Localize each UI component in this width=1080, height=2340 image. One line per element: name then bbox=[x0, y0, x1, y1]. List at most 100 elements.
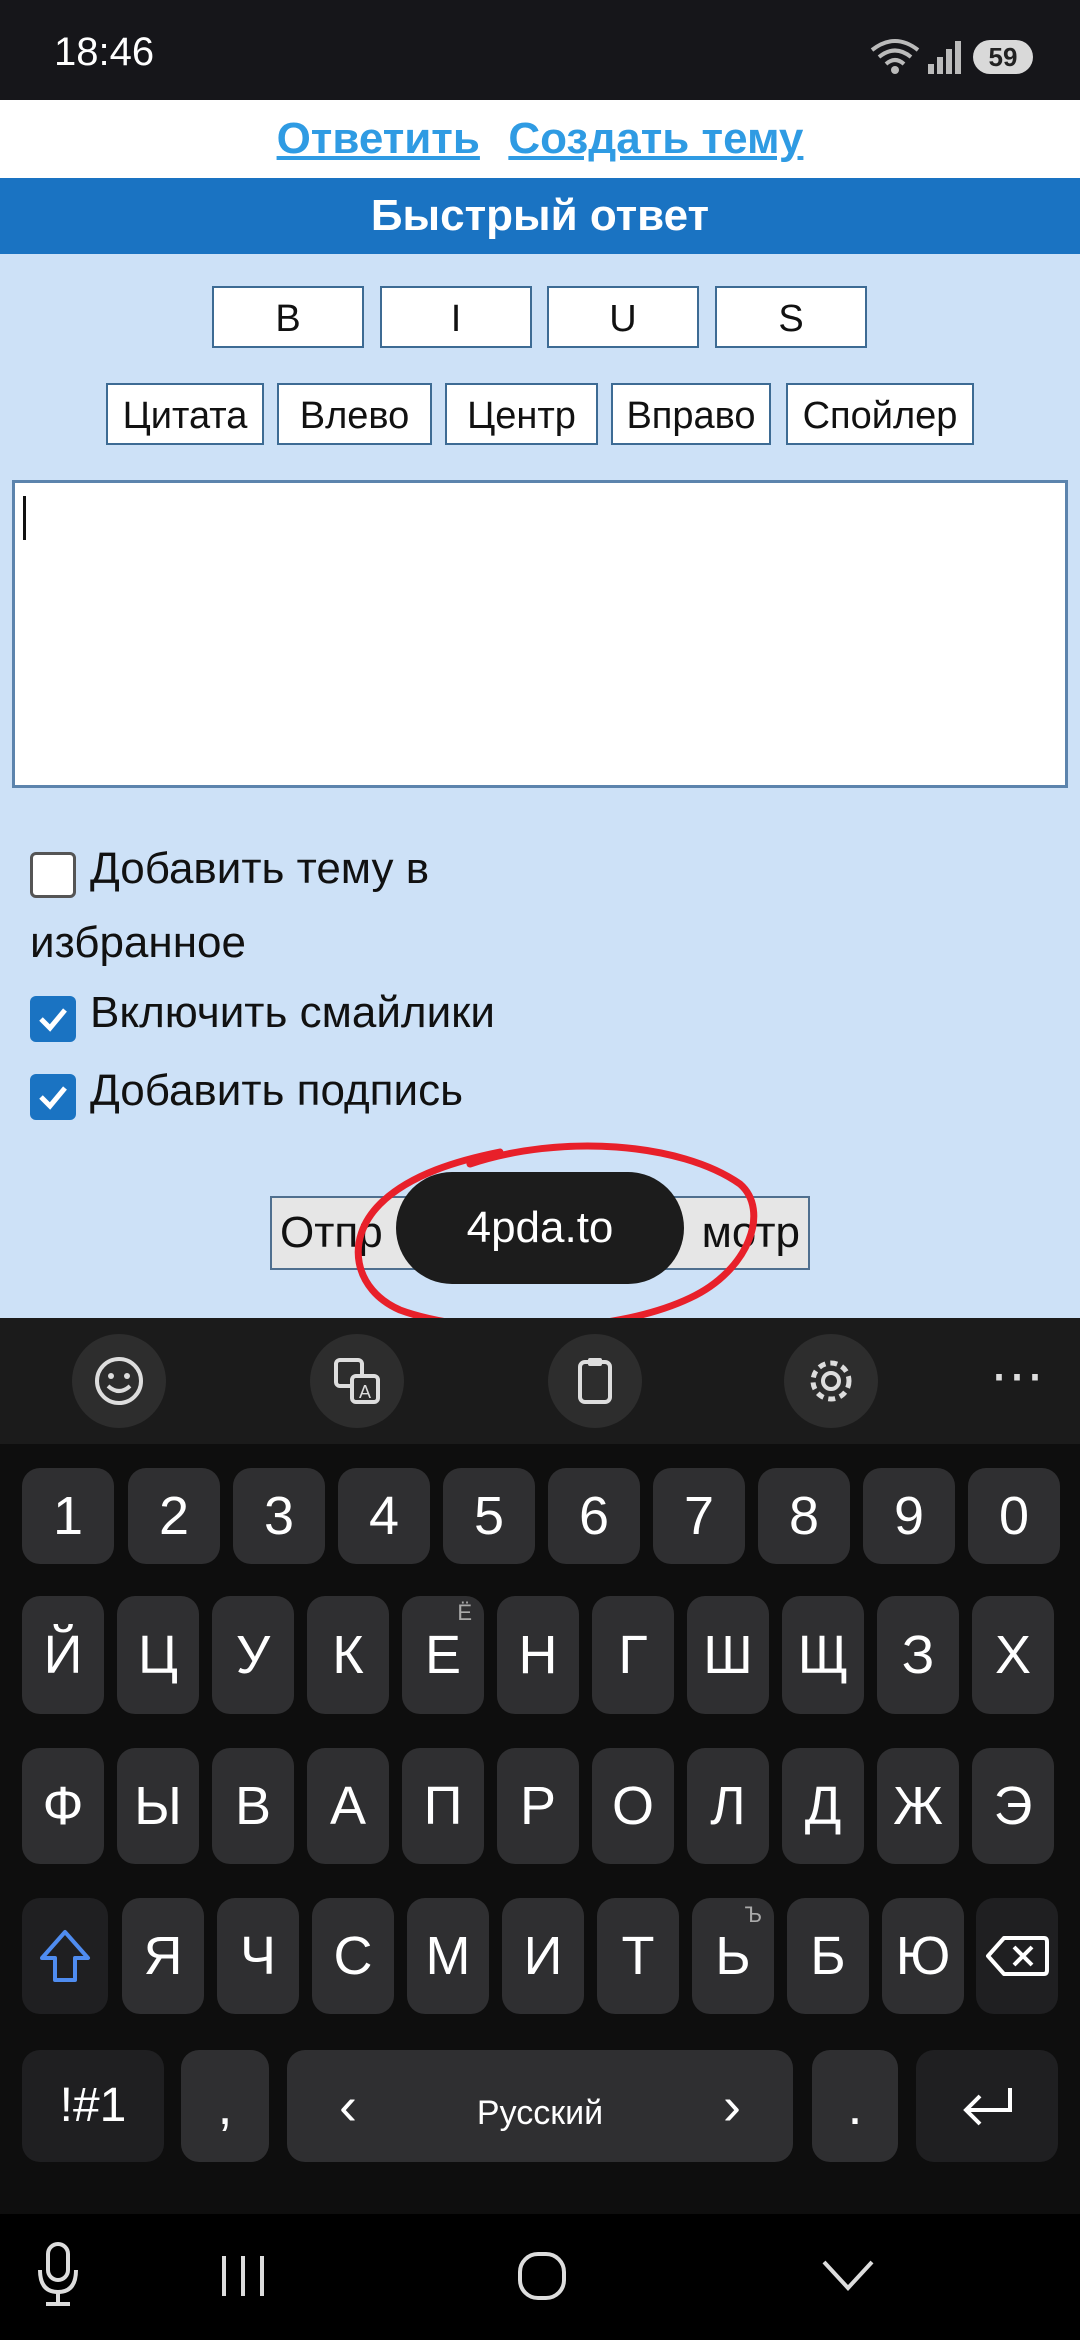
key-л[interactable]: Л bbox=[687, 1748, 769, 1864]
create-topic-link[interactable]: Создать тему bbox=[508, 114, 803, 164]
top-links: Ответить Создать тему bbox=[0, 100, 1080, 178]
key-2[interactable]: 2 bbox=[128, 1468, 220, 1564]
spoiler-button[interactable]: Спойлер bbox=[786, 383, 974, 445]
key-о[interactable]: О bbox=[592, 1748, 674, 1864]
key-у[interactable]: У bbox=[212, 1596, 294, 1714]
enter-icon bbox=[963, 2088, 1012, 2126]
settings-icon[interactable] bbox=[784, 1334, 878, 1428]
check-icon bbox=[39, 1086, 67, 1110]
key-ы[interactable]: Ы bbox=[117, 1748, 199, 1864]
strike-button[interactable]: S bbox=[715, 286, 867, 348]
key-ж[interactable]: Ж bbox=[877, 1748, 959, 1864]
signature-checkbox[interactable] bbox=[30, 1074, 76, 1120]
clipboard-icon[interactable] bbox=[548, 1334, 642, 1428]
align-left-button[interactable]: Влево bbox=[277, 383, 432, 445]
reply-link[interactable]: Ответить bbox=[277, 114, 480, 164]
web-page: Ответить Создать тему Быстрый ответ B I … bbox=[0, 100, 1080, 1320]
wifi-icon bbox=[870, 39, 920, 74]
signal-icon bbox=[928, 41, 961, 74]
underline-button[interactable]: U bbox=[547, 286, 699, 348]
space-key[interactable]: ‹ Русский › bbox=[287, 2050, 793, 2162]
cursor-left-icon[interactable]: ‹ bbox=[339, 2050, 357, 2162]
recent-apps-icon[interactable] bbox=[218, 2254, 268, 2298]
key-я[interactable]: Я bbox=[122, 1898, 204, 2014]
key-е-hint: Ё bbox=[457, 1600, 472, 1625]
backspace-key[interactable] bbox=[976, 1898, 1058, 2014]
quick-reply-header: Быстрый ответ bbox=[0, 178, 1080, 254]
microphone-icon[interactable] bbox=[34, 2240, 82, 2310]
translate-icon[interactable]: A bbox=[310, 1334, 404, 1428]
shift-icon bbox=[40, 1930, 90, 1982]
signature-label: Добавить подпись bbox=[90, 1066, 464, 1115]
key-г[interactable]: Г bbox=[592, 1596, 674, 1714]
key-э[interactable]: Э bbox=[972, 1748, 1054, 1864]
comma-key[interactable]: , bbox=[181, 2050, 269, 2162]
key-ш[interactable]: Ш bbox=[687, 1596, 769, 1714]
message-textarea[interactable] bbox=[12, 480, 1068, 788]
check-icon bbox=[39, 1008, 67, 1032]
key-3[interactable]: 3 bbox=[233, 1468, 325, 1564]
hide-keyboard-icon[interactable] bbox=[820, 2258, 876, 2294]
key-ь-label: Ь bbox=[715, 1926, 751, 1986]
favorite-label-line1: Добавить тему в bbox=[90, 844, 430, 893]
space-language-label: Русский bbox=[476, 2094, 604, 2132]
key-н[interactable]: Н bbox=[497, 1596, 579, 1714]
status-bar: 18:46 59 bbox=[0, 0, 1080, 100]
battery-indicator: 59 bbox=[973, 40, 1033, 74]
home-icon[interactable] bbox=[516, 2250, 568, 2302]
key-ч[interactable]: Ч bbox=[217, 1898, 299, 2014]
align-right-button[interactable]: Вправо bbox=[611, 383, 771, 445]
key-х[interactable]: Х bbox=[972, 1596, 1054, 1714]
key-с[interactable]: С bbox=[312, 1898, 394, 2014]
backspace-icon bbox=[986, 1936, 1049, 1976]
key-р[interactable]: Р bbox=[497, 1748, 579, 1864]
period-key[interactable]: . bbox=[812, 2050, 898, 2162]
smilies-checkbox[interactable] bbox=[30, 996, 76, 1042]
key-б[interactable]: Б bbox=[787, 1898, 869, 2014]
align-center-button[interactable]: Центр bbox=[445, 383, 598, 445]
key-в[interactable]: В bbox=[212, 1748, 294, 1864]
keyboard: 1 2 3 4 5 6 7 8 9 0 Й Ц У К Е Ё Н Г Ш Щ … bbox=[0, 1444, 1080, 2214]
symbols-key[interactable]: !#1 bbox=[22, 2050, 164, 2162]
favorite-label-line2: избранное bbox=[30, 918, 246, 967]
keyboard-toolbar: A ⋯ bbox=[0, 1318, 1080, 1444]
shift-key[interactable] bbox=[22, 1898, 108, 2014]
key-9[interactable]: 9 bbox=[863, 1468, 955, 1564]
svg-text:A: A bbox=[359, 1382, 371, 1402]
key-к[interactable]: К bbox=[307, 1596, 389, 1714]
key-й[interactable]: Й bbox=[22, 1596, 104, 1714]
status-time: 18:46 bbox=[54, 30, 155, 74]
key-п[interactable]: П bbox=[402, 1748, 484, 1864]
key-ю[interactable]: Ю bbox=[882, 1898, 964, 2014]
key-ь[interactable]: Ь Ъ bbox=[692, 1898, 774, 2014]
enter-key[interactable] bbox=[916, 2050, 1058, 2162]
key-щ[interactable]: Щ bbox=[782, 1596, 864, 1714]
key-7[interactable]: 7 bbox=[653, 1468, 745, 1564]
quote-button[interactable]: Цитата bbox=[106, 383, 264, 445]
key-6[interactable]: 6 bbox=[548, 1468, 640, 1564]
key-1[interactable]: 1 bbox=[22, 1468, 114, 1564]
key-д[interactable]: Д bbox=[782, 1748, 864, 1864]
bold-button[interactable]: B bbox=[212, 286, 364, 348]
key-ф[interactable]: Ф bbox=[22, 1748, 104, 1864]
key-0[interactable]: 0 bbox=[968, 1468, 1060, 1564]
emoji-icon[interactable] bbox=[72, 1334, 166, 1428]
key-и[interactable]: И bbox=[502, 1898, 584, 2014]
key-з[interactable]: З bbox=[877, 1596, 959, 1714]
more-icon[interactable]: ⋯ bbox=[990, 1344, 1044, 1407]
key-е[interactable]: Е Ё bbox=[402, 1596, 484, 1714]
key-а[interactable]: А bbox=[307, 1748, 389, 1864]
key-4[interactable]: 4 bbox=[338, 1468, 430, 1564]
key-5[interactable]: 5 bbox=[443, 1468, 535, 1564]
cursor-right-icon[interactable]: › bbox=[723, 2050, 741, 2162]
key-ь-hint: Ъ bbox=[744, 1902, 762, 1927]
navigation-bar bbox=[0, 2214, 1080, 2340]
key-8[interactable]: 8 bbox=[758, 1468, 850, 1564]
key-ц[interactable]: Ц bbox=[117, 1596, 199, 1714]
favorite-checkbox[interactable] bbox=[30, 852, 76, 898]
smilies-label: Включить смайлики bbox=[90, 988, 495, 1037]
key-т[interactable]: Т bbox=[597, 1898, 679, 2014]
italic-button[interactable]: I bbox=[380, 286, 532, 348]
key-м[interactable]: М bbox=[407, 1898, 489, 2014]
text-caret bbox=[23, 496, 26, 540]
